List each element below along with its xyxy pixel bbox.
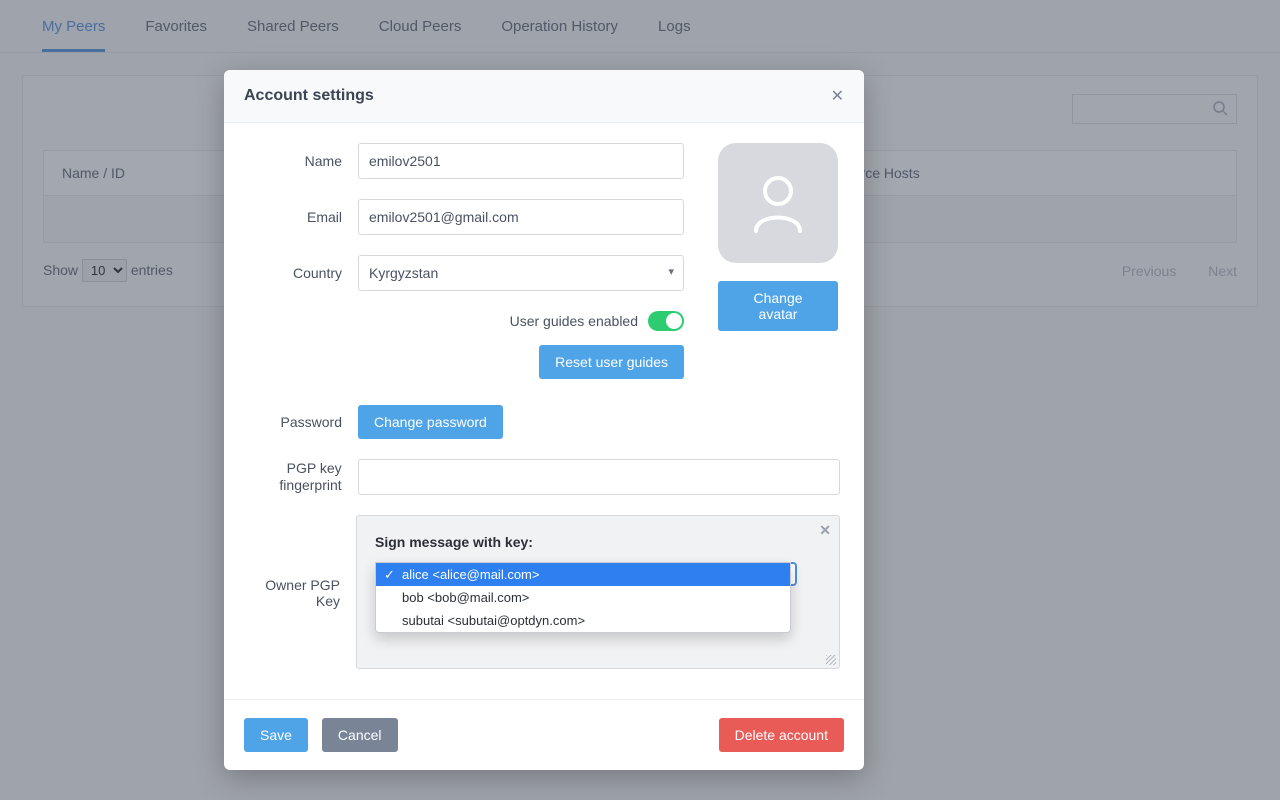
email-field[interactable] bbox=[358, 199, 684, 235]
avatar bbox=[718, 143, 838, 263]
owner-pgp-label: Owner PGP Key bbox=[248, 515, 356, 609]
name-label: Name bbox=[248, 153, 358, 169]
password-label: Password bbox=[248, 414, 358, 430]
key-option-alice[interactable]: alice <alice@mail.com> bbox=[376, 563, 790, 586]
sign-message-title: Sign message with key: bbox=[375, 534, 821, 550]
name-field[interactable] bbox=[358, 143, 684, 179]
pgp-fingerprint-label: PGP key fingerprint bbox=[248, 460, 358, 495]
user-guides-label: User guides enabled bbox=[510, 313, 638, 329]
country-label: Country bbox=[248, 265, 358, 281]
account-settings-modal: Account settings ✕ Change avatar Name Em… bbox=[224, 70, 864, 770]
avatar-column: Change avatar bbox=[718, 143, 838, 331]
delete-account-button[interactable]: Delete account bbox=[719, 718, 844, 752]
change-avatar-button[interactable]: Change avatar bbox=[718, 281, 838, 331]
email-label: Email bbox=[248, 209, 358, 225]
sign-key-dropdown: alice <alice@mail.com> bob <bob@mail.com… bbox=[375, 562, 791, 633]
cancel-button[interactable]: Cancel bbox=[322, 718, 398, 752]
save-button[interactable]: Save bbox=[244, 718, 308, 752]
key-option-subutai[interactable]: subutai <subutai@optdyn.com> bbox=[376, 609, 790, 632]
close-icon[interactable]: ✕ bbox=[831, 86, 844, 106]
reset-guides-button[interactable]: Reset user guides bbox=[539, 345, 684, 379]
owner-pgp-area[interactable]: ✕ Sign message with key: ▴▾ alice <alice… bbox=[356, 515, 840, 669]
pgp-fingerprint-field[interactable] bbox=[358, 459, 840, 495]
key-option-bob[interactable]: bob <bob@mail.com> bbox=[376, 586, 790, 609]
country-select[interactable]: Kyrgyzstan bbox=[358, 255, 684, 291]
change-password-button[interactable]: Change password bbox=[358, 405, 503, 439]
user-guides-toggle[interactable] bbox=[648, 311, 684, 331]
modal-title: Account settings bbox=[244, 87, 374, 105]
resize-grip-icon[interactable] bbox=[826, 655, 836, 665]
close-sign-panel-icon[interactable]: ✕ bbox=[819, 522, 831, 539]
